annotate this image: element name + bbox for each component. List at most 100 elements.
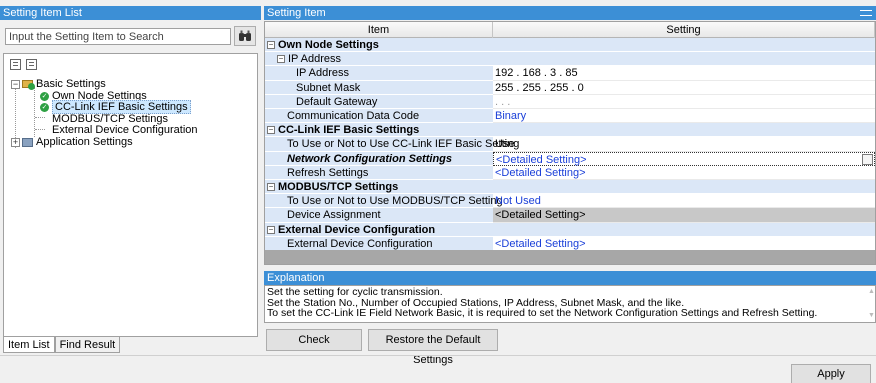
category-label: MODBUS/TCP Settings [278, 181, 399, 193]
tab-item-list[interactable]: Item List [3, 337, 55, 353]
grid-cell-item: Default Gateway [265, 94, 493, 109]
grid-cell-setting [493, 52, 875, 67]
grid-cell-setting [493, 123, 875, 138]
tab-find-result[interactable]: Find Result [54, 337, 121, 353]
ip-address-field[interactable]: 192 . 168 . 3 . 85 [493, 66, 875, 81]
restore-default-settings-button[interactable]: Restore the Default Settings [368, 329, 498, 366]
category-label: External Device Configuration [278, 223, 436, 236]
grid-row: − External Device Configuration [265, 222, 875, 237]
apply-button[interactable]: Apply [791, 364, 871, 383]
refresh-settings-detail[interactable]: <Detailed Setting> [493, 166, 875, 180]
grid-cell-item: External Device Configuration [265, 236, 493, 251]
tree-item-label: Basic Settings [36, 78, 106, 90]
grid-header: Item Setting [265, 22, 875, 38]
explanation-line: Set the setting for cyclic transmission. [267, 286, 443, 298]
grid-cell-item: Refresh Settings [265, 165, 493, 180]
expand-icon[interactable]: + [11, 137, 20, 147]
tree-item-label: CC-Link IEF Basic Settings [52, 100, 191, 114]
category-label: CC-Link IEF Basic Settings [278, 124, 420, 137]
setting-item-title-text: Setting Item [267, 7, 326, 19]
default-gateway-field[interactable]: . . . [493, 95, 875, 109]
grid-row[interactable]: To Use or Not to Use CC-Link IEF Basic S… [265, 137, 875, 152]
cc-link-ief-use-select[interactable]: Use [493, 137, 875, 152]
column-header-item[interactable]: Item [265, 22, 493, 38]
search-area [3, 26, 258, 46]
tree-item-cc-link-ief-basic-settings[interactable]: ✓ CC-Link IEF Basic Settings [40, 100, 191, 114]
setting-item-list-title: Setting Item List [0, 6, 261, 20]
grid-cell-setting [493, 180, 875, 195]
grid-row[interactable]: Subnet Mask 255 . 255 . 255 . 0 [265, 80, 875, 95]
grid-row[interactable]: Default Gateway . . . [265, 94, 875, 109]
left-panel-tabs: Item List Find Result [3, 337, 121, 353]
grid-footer [265, 250, 875, 264]
grid-row[interactable]: Communication Data Code Binary [265, 109, 875, 124]
footer-divider [0, 355, 876, 356]
collapse-icon[interactable]: − [11, 79, 20, 89]
application-icon [22, 137, 33, 147]
binoculars-icon [239, 30, 251, 41]
tree-item-label: Application Settings [36, 136, 133, 148]
collapse-icon[interactable]: − [267, 126, 275, 135]
explanation-scrollbar[interactable]: ▲ ▼ [867, 286, 875, 322]
checkmark-icon: ✓ [40, 91, 49, 101]
grid-row: − IP Address [265, 52, 875, 67]
group-label: IP Address [288, 53, 341, 66]
grid-cell-item: − External Device Configuration [265, 222, 493, 237]
grid-row[interactable]: External Device Configuration <Detailed … [265, 236, 875, 251]
setting-item-list-title-text: Setting Item List [3, 7, 82, 19]
collapse-icon[interactable]: − [267, 183, 275, 192]
grid-cell-item: Network Configuration Settings [265, 151, 493, 166]
collapse-icon[interactable]: − [277, 55, 285, 64]
detail-link-text: <Detailed Setting> [496, 153, 587, 166]
grid-cell-item: − IP Address [265, 52, 493, 67]
tree-item-application-settings[interactable]: + Application Settings [11, 136, 133, 148]
checkmark-icon: ✓ [40, 102, 49, 112]
grid-row[interactable]: Refresh Settings <Detailed Setting> [265, 165, 875, 180]
grid-row: − Own Node Settings [265, 38, 875, 53]
grid-cell-item: Subnet Mask [265, 80, 493, 95]
explanation-title-text: Explanation [267, 272, 325, 284]
grid-row: Device Assignment <Detailed Setting> [265, 208, 875, 223]
network-configuration-detail[interactable]: <Detailed Setting> [493, 151, 875, 166]
grid-row: − CC-Link IEF Basic Settings [265, 123, 875, 138]
category-label: Own Node Settings [278, 39, 379, 51]
collapse-icon[interactable]: − [267, 225, 275, 234]
setting-item-tree: − Basic Settings ✓ Own Node Settings ✓ CC-L… [3, 53, 258, 337]
grid-row[interactable]: To Use or Not to Use MODBUS/TCP Setting … [265, 194, 875, 209]
tree-item-label: External Device Configuration [52, 124, 198, 136]
grid-cell-item: To Use or Not to Use MODBUS/TCP Setting [265, 194, 503, 209]
collapse-all-icon[interactable] [26, 59, 37, 70]
grid-cell-item: To Use or Not to Use CC-Link IEF Basic S… [265, 137, 519, 152]
scroll-up-icon[interactable]: ▲ [868, 287, 875, 298]
column-header-setting[interactable]: Setting [493, 22, 875, 38]
modbus-use-select[interactable]: Not Used [493, 194, 875, 209]
grid-cell-setting [493, 222, 875, 237]
tree-toolbar [10, 59, 37, 71]
grid-row: − MODBUS/TCP Settings [265, 180, 875, 195]
search-input[interactable] [5, 28, 231, 45]
grip-icon[interactable] [860, 10, 872, 16]
explanation-line: To set the CC-Link IE Field Network Basi… [267, 307, 818, 319]
setting-item-title: Setting Item [264, 6, 876, 20]
grid-row[interactable]: Network Configuration Settings <Detailed… [265, 151, 875, 166]
communication-data-code-select[interactable]: Binary [493, 109, 875, 124]
grid-cell-item: − MODBUS/TCP Settings [265, 180, 493, 195]
external-device-configuration-detail[interactable]: <Detailed Setting> [493, 237, 875, 251]
grid-row[interactable]: IP Address 192 . 168 . 3 . 85 [265, 66, 875, 81]
grid-cell-item: − CC-Link IEF Basic Settings [265, 123, 493, 138]
tree-item-external-device-configuration[interactable]: External Device Configuration [52, 124, 198, 136]
tree-item-basic-settings[interactable]: − Basic Settings [11, 78, 106, 91]
explanation-title: Explanation [264, 271, 876, 285]
ellipsis-button[interactable] [862, 153, 873, 165]
tree-guide-line [35, 129, 45, 130]
explanation-box: Set the setting for cyclic transmission.… [264, 285, 876, 323]
search-button[interactable] [234, 26, 256, 46]
scroll-down-icon[interactable]: ▼ [868, 311, 875, 322]
setting-grid: Item Setting − Own Node Settings − IP Addr… [264, 21, 876, 265]
subnet-mask-field[interactable]: 255 . 255 . 255 . 0 [493, 81, 875, 95]
tree-guide-line [35, 117, 45, 118]
collapse-icon[interactable]: − [267, 41, 275, 50]
grid-cell-item: IP Address [265, 66, 493, 81]
expand-all-icon[interactable] [10, 59, 21, 70]
check-button[interactable]: Check [266, 329, 362, 351]
